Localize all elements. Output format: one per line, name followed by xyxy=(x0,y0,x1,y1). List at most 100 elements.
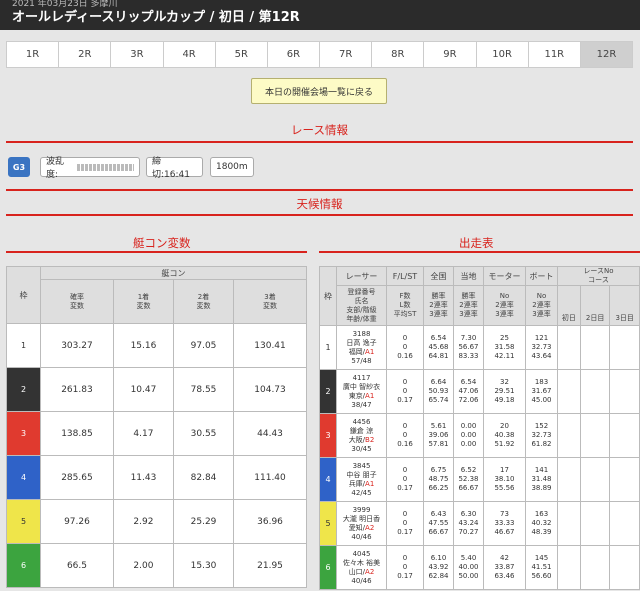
racer-reg-number: 4456 xyxy=(352,417,371,426)
wave-meter xyxy=(76,163,134,171)
motor-value: 17 xyxy=(500,466,509,474)
tochi-value: 7.30 xyxy=(460,334,477,342)
weather-divider xyxy=(6,214,633,216)
motor-cell: 32 29.51 49.18 xyxy=(483,369,526,414)
wave-badge: 波乱度: xyxy=(40,157,140,180)
recent-race-cell xyxy=(609,325,640,370)
teikon-table: 枠 艇コン 確率 変数 1着 変数 2着 変数 3着 変数 1 303.27 15.16 9… xyxy=(6,266,307,588)
tab-race-9[interactable]: 9R xyxy=(424,42,477,67)
racer-name: 鎌倉 涼 xyxy=(349,426,374,435)
tab-race-10[interactable]: 10R xyxy=(477,42,529,67)
page-title: オールレディースリップルカップ / 初日 / 第12R xyxy=(12,10,300,25)
recent-race-cell xyxy=(579,457,611,502)
tochi-cell: 6.54 47.06 72.06 xyxy=(453,369,484,414)
racer-age-weight: 40/46 xyxy=(351,576,372,585)
teikon-value: 78.55 xyxy=(172,367,235,412)
waku-cell: 4 xyxy=(319,457,337,502)
boat-value: 32.73 xyxy=(531,431,552,439)
racer-age-weight: 57/48 xyxy=(351,356,372,365)
motor-value: 25 xyxy=(500,334,509,342)
racer-reg-number: 4045 xyxy=(352,549,371,558)
zenkoku-value: 48.75 xyxy=(428,475,449,483)
racer-cell[interactable]: 4045 佐々木 裕美 山口/A2 40/46 xyxy=(336,545,387,590)
motor-value: 32 xyxy=(500,378,509,386)
racer-branch-class: 山口/A2 xyxy=(337,568,386,577)
racer-branch: 東京/ xyxy=(348,391,366,400)
teikon-value: 2.92 xyxy=(112,499,174,544)
weather-heading: 天候情報 xyxy=(296,197,343,211)
tab-race-7[interactable]: 7R xyxy=(320,42,373,67)
f-count: 0 xyxy=(402,510,408,518)
l-count: 0 xyxy=(402,519,408,527)
motor-value: 33.87 xyxy=(494,563,515,571)
boat-cell: 145 41.51 56.60 xyxy=(525,545,558,590)
l-count: 0 xyxy=(402,431,408,439)
shusso-col-zenkoku: 全国 xyxy=(423,266,454,286)
racer-cell[interactable]: 3188 日高 逸子 福岡/A1 57/48 xyxy=(336,325,387,370)
weather-top-divider xyxy=(6,189,633,191)
recent-race-cell xyxy=(579,545,611,590)
racer-branch-class: 福岡/A1 xyxy=(337,348,386,357)
racer-cell[interactable]: 4117 廣中 智紗衣 東京/A1 38/47 xyxy=(336,369,387,414)
fl-st-cell: 0 0 0.16 xyxy=(386,413,424,458)
tab-race-8[interactable]: 8R xyxy=(372,42,425,67)
tochi-value: 72.06 xyxy=(458,396,479,404)
waku-cell: 1 xyxy=(319,325,337,370)
teikon-value: 21.95 xyxy=(233,543,307,588)
tochi-value: 6.54 xyxy=(460,378,477,386)
recent-race-cell xyxy=(579,413,611,458)
tochi-cell: 7.30 56.67 83.33 xyxy=(453,325,484,370)
racer-branch: 福岡/ xyxy=(348,347,366,356)
tab-race-2[interactable]: 2R xyxy=(59,42,112,67)
deadline-badge: 締切:16:41 xyxy=(146,157,203,180)
racer-cell[interactable]: 3999 大瀧 明日香 愛知/A2 40/46 xyxy=(336,501,387,546)
tab-race-5[interactable]: 5R xyxy=(216,42,268,67)
distance-badge: 1800m xyxy=(210,157,254,177)
tochi-value: 83.33 xyxy=(458,352,479,360)
tab-race-11[interactable]: 11R xyxy=(529,42,581,67)
tab-race-3[interactable]: 3R xyxy=(111,42,164,67)
f-count: 0 xyxy=(402,422,408,430)
waku-cell: 6 xyxy=(319,545,337,590)
racer-reg-number: 3188 xyxy=(352,329,371,338)
avg-st: 0.17 xyxy=(397,396,413,404)
race-info-divider xyxy=(6,141,633,143)
tochi-value: 40.00 xyxy=(458,563,479,571)
teikon-col-2: 1着 変数 xyxy=(112,279,174,324)
zenkoku-value: 50.93 xyxy=(428,387,449,395)
zenkoku-value: 39.06 xyxy=(428,431,449,439)
teikon-row: 3 138.85 4.17 30.55 44.43 xyxy=(6,411,307,456)
tab-race-4[interactable]: 4R xyxy=(164,42,216,67)
racer-branch: 大阪/ xyxy=(348,435,366,444)
racer-cell[interactable]: 4456 鎌倉 涼大阪/B2 30/45 xyxy=(336,413,387,458)
racer-cell[interactable]: 3845 中谷 朋子 兵庫/A1 42/45 xyxy=(336,457,387,502)
f-count: 0 xyxy=(402,334,408,342)
grade-badge: G3 xyxy=(8,157,30,177)
zenkoku-cell: 6.75 48.75 66.25 xyxy=(423,457,454,502)
tab-race-12[interactable]: 12R xyxy=(580,42,633,67)
zenkoku-cell: 6.10 43.92 62.84 xyxy=(423,545,454,590)
teikon-value: 36.96 xyxy=(233,499,307,544)
tab-race-6[interactable]: 6R xyxy=(268,42,321,67)
tab-race-1[interactable]: 1R xyxy=(7,42,60,67)
boat-cell: 152 32.73 61.82 xyxy=(525,413,558,458)
l-count: 0 xyxy=(402,343,408,351)
race-tabs: 1R 2R 3R 4R 5R 6R 7R 8R 9R 10R 11R 12R xyxy=(6,41,633,68)
boat-cell: 183 31.67 45.00 xyxy=(525,369,558,414)
f-count: 0 xyxy=(402,466,408,474)
recent-race-cell xyxy=(609,457,640,502)
boat-cell: 141 31.48 38.89 xyxy=(525,457,558,502)
back-to-venue-list-button[interactable]: 本日の開催会場一覧に戻る xyxy=(251,78,387,104)
recent-race-cell xyxy=(579,325,611,370)
zenkoku-value: 6.64 xyxy=(430,378,447,386)
teikon-value: 10.47 xyxy=(112,367,174,412)
teikon-heading: 艇コン変数 xyxy=(133,236,191,250)
boat-value: 41.51 xyxy=(531,563,552,571)
teikon-value: 97.05 xyxy=(172,323,235,368)
racer-class: A2 xyxy=(365,523,375,532)
shusso-divider xyxy=(319,251,640,253)
shusso-col-racer: レーサー xyxy=(336,266,387,286)
recent-race-cell xyxy=(579,369,611,414)
teikon-value: 111.40 xyxy=(233,455,307,500)
teikon-row: 4 285.65 11.43 82.84 111.40 xyxy=(6,455,307,500)
